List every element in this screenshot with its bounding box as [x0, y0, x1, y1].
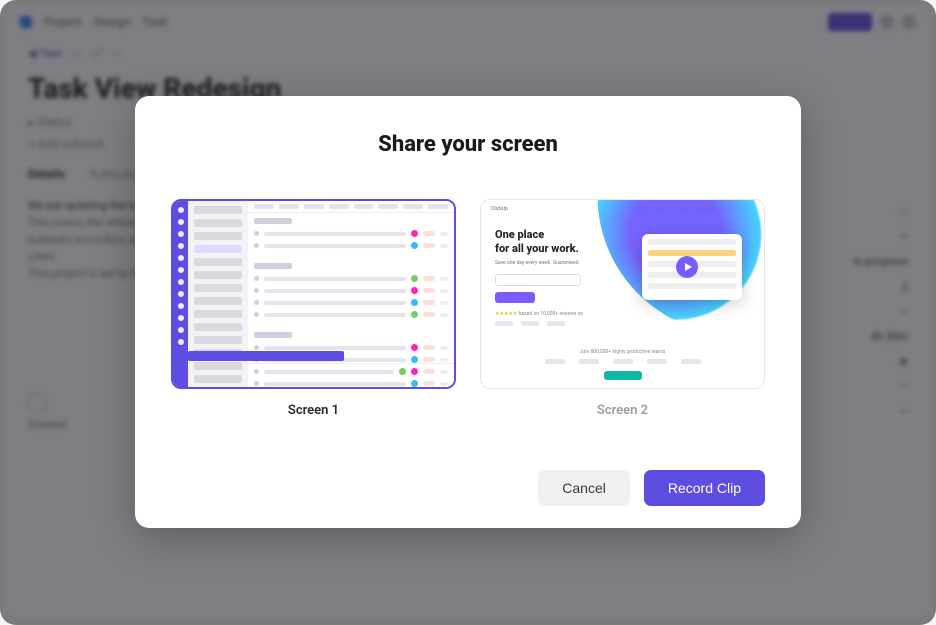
screen-option-1[interactable] — [171, 199, 456, 389]
screen-1-label: Screen 1 — [288, 403, 339, 418]
thumb2-hero: One place for all your work. Save one da… — [495, 228, 583, 326]
screen-option-2[interactable]: ClickUp Product Learn Pricing Enterprise… — [480, 199, 765, 389]
play-icon — [676, 256, 698, 278]
screen-2-label: Screen 2 — [597, 403, 648, 418]
dialog-footer: Cancel Record Clip — [171, 448, 765, 506]
screen-options: Screen 1 ClickUp Product Learn Pricing E… — [171, 199, 765, 418]
record-clip-button[interactable]: Record Clip — [644, 470, 765, 506]
share-screen-dialog: Share your screen — [135, 96, 801, 528]
thumb2-footer: Join 800,000+ highly productive teams — [481, 349, 764, 382]
cancel-button[interactable]: Cancel — [538, 470, 630, 506]
modal-overlay: Share your screen — [0, 0, 936, 625]
dialog-title: Share your screen — [171, 132, 765, 157]
